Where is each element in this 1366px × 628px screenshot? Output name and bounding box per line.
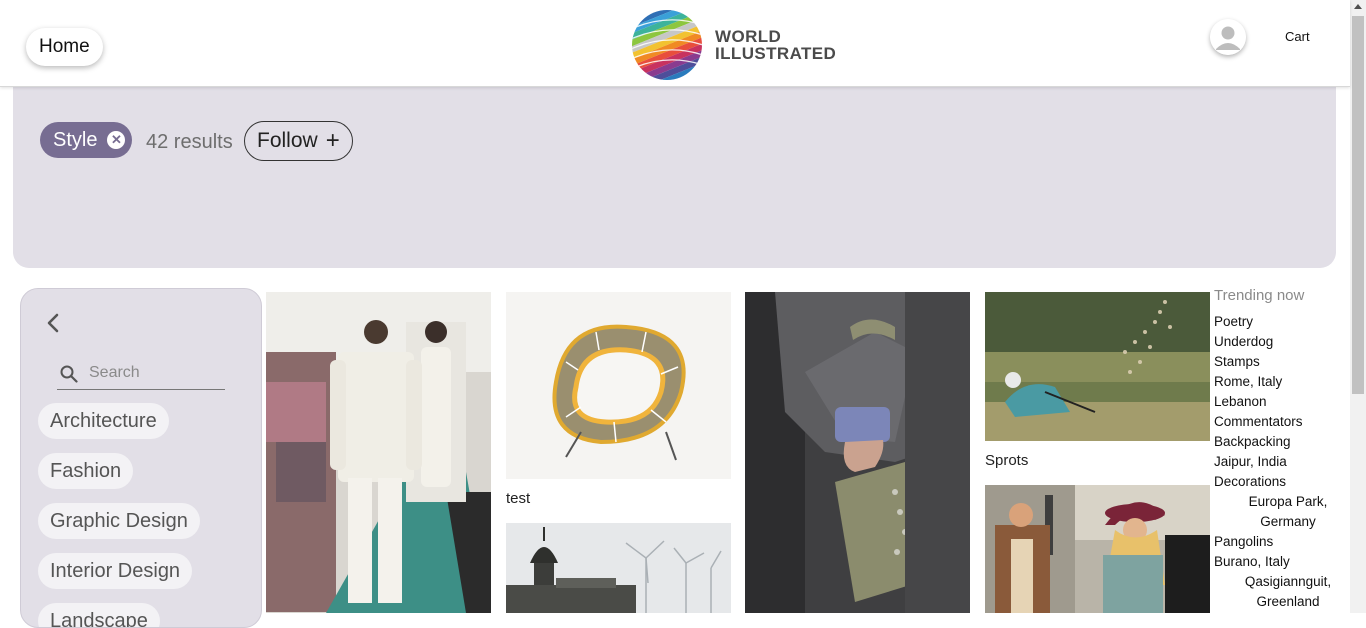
trending-item[interactable]: Stamps <box>1214 352 1334 372</box>
category-landscape[interactable]: Landscape <box>38 603 160 627</box>
image-runway[interactable] <box>266 292 491 613</box>
follow-button[interactable]: Follow + <box>244 121 353 161</box>
image-church-windmills[interactable] <box>506 523 731 613</box>
trending-item[interactable]: Qasigiannguit, Greenland <box>1214 572 1334 612</box>
search-icon <box>60 365 78 383</box>
search-input[interactable] <box>89 361 223 385</box>
trending-item[interactable]: Pangolins <box>1214 532 1334 552</box>
page-scrollbar[interactable] <box>1350 0 1366 613</box>
filter-panel: Style ✕ 42 results Follow + <box>13 87 1336 268</box>
trending-item[interactable]: Underdog <box>1214 332 1334 352</box>
scroll-thumb[interactable] <box>1352 16 1364 394</box>
results-count: 42 results <box>146 131 233 153</box>
category-architecture[interactable]: Architecture <box>38 403 169 439</box>
image-street-style[interactable] <box>985 485 1210 613</box>
trending-item[interactable]: Backpacking <box>1214 432 1334 452</box>
top-header: Home WORLD ILLUSTRATED Cart <box>0 0 1350 87</box>
globe-logo-icon <box>632 10 702 80</box>
site-logo[interactable]: WORLD ILLUSTRATED <box>631 9 836 81</box>
street-photo <box>985 485 1210 613</box>
logo-line-1: WORLD <box>715 27 782 46</box>
trending-item[interactable]: Jaipur, India <box>1214 452 1334 472</box>
chevron-left-icon[interactable] <box>43 311 63 335</box>
active-tag-label: Style <box>53 128 98 151</box>
handbag-photo <box>745 292 970 613</box>
logo-wordmark: WORLD ILLUSTRATED <box>715 28 836 62</box>
follow-label: Follow <box>257 129 318 152</box>
cart-link[interactable]: Cart <box>1285 29 1310 44</box>
trending-item[interactable]: Commentators <box>1214 412 1334 432</box>
user-icon <box>1210 19 1246 55</box>
church-photo <box>506 523 731 613</box>
home-button[interactable]: Home <box>26 28 103 66</box>
logo-line-2: ILLUSTRATED <box>715 44 837 63</box>
golf-photo <box>985 292 1210 441</box>
caption-sprots: Sprots <box>985 452 1029 469</box>
trending-item[interactable]: Lebanon <box>1214 392 1334 412</box>
image-bookshelf[interactable] <box>506 292 731 479</box>
user-avatar[interactable] <box>1210 19 1246 55</box>
scroll-up-arrow-icon[interactable] <box>1354 4 1362 9</box>
category-sidebar: Architecture Fashion Graphic Design Inte… <box>20 288 262 628</box>
trending-title: Trending now <box>1214 287 1305 304</box>
plus-icon: + <box>325 127 340 154</box>
image-handbag[interactable] <box>745 292 970 613</box>
category-fashion[interactable]: Fashion <box>38 453 134 489</box>
image-golf[interactable] <box>985 292 1210 441</box>
runway-photo <box>266 292 491 613</box>
trending-item[interactable]: Europa Park, Germany <box>1214 492 1334 532</box>
remove-tag-icon[interactable]: ✕ <box>107 131 126 149</box>
category-interior-design[interactable]: Interior Design <box>38 553 193 589</box>
bookshelf-photo <box>506 292 731 479</box>
caption-test: test <box>506 490 531 507</box>
sidebar-search <box>57 359 225 390</box>
trending-item[interactable]: Poetry <box>1214 312 1334 332</box>
trending-item[interactable]: Burano, Italy <box>1214 552 1334 572</box>
trending-list: Poetry Underdog Stamps Rome, Italy Leban… <box>1214 312 1334 612</box>
trending-item[interactable]: Rome, Italy <box>1214 372 1334 392</box>
active-tag-chip[interactable]: Style ✕ <box>40 122 133 158</box>
category-graphic-design[interactable]: Graphic Design <box>38 503 200 539</box>
trending-item[interactable]: Decorations <box>1214 472 1334 492</box>
